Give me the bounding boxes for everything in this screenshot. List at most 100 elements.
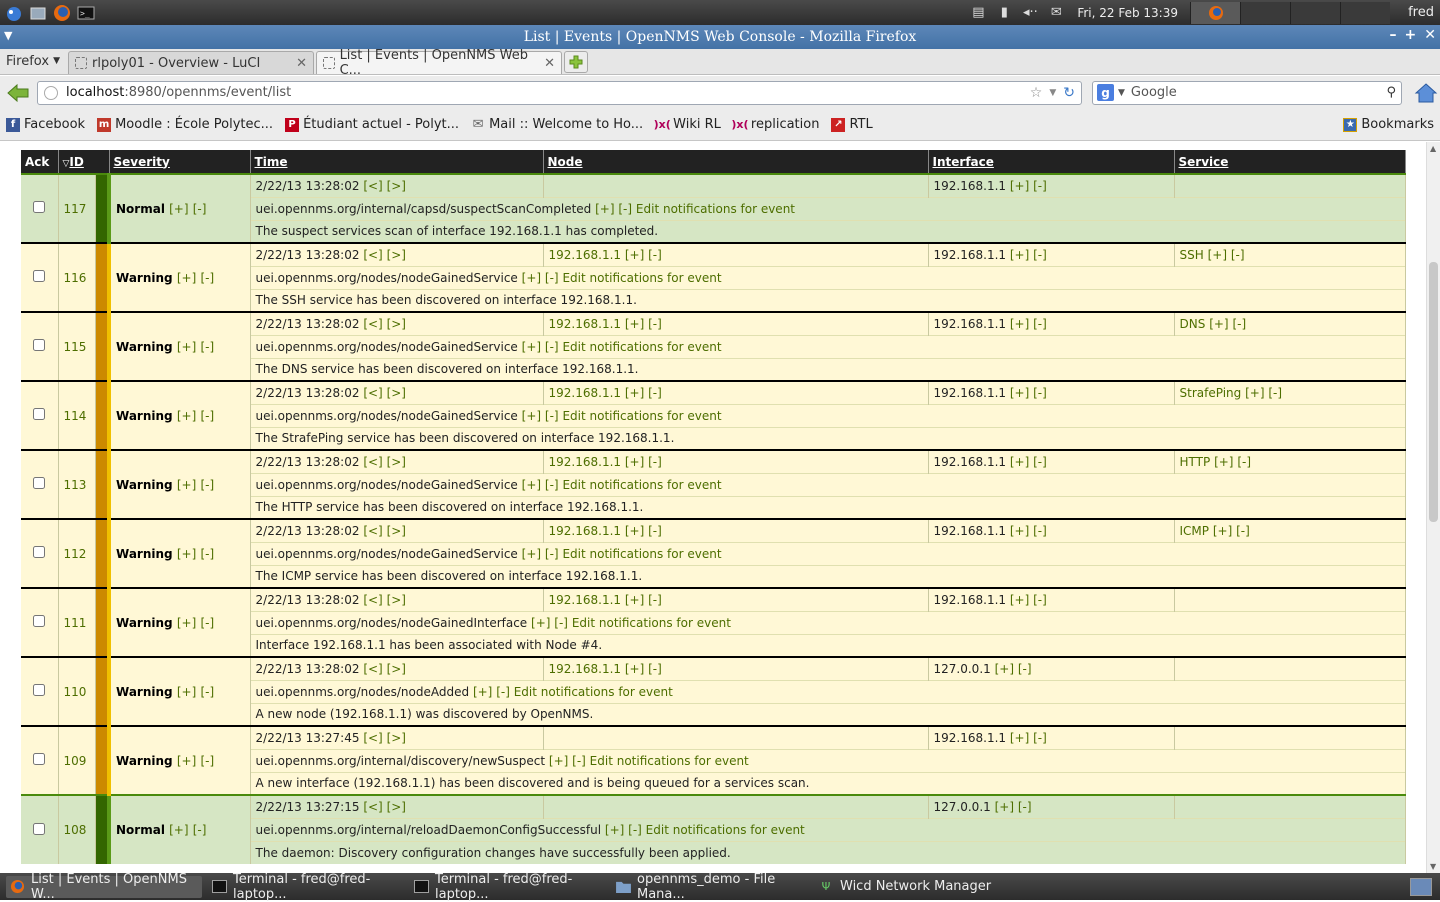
show-desktop-icon[interactable] [1410,877,1432,896]
header-interface[interactable]: Interface [928,150,1175,174]
time-before-link[interactable]: [<] [363,593,382,607]
sort-interface-link[interactable]: Interface [933,155,994,169]
uei-filter-plus[interactable]: [+] [531,616,550,630]
uei-filter-plus[interactable]: [+] [595,202,614,216]
new-tab-button[interactable] [564,51,588,73]
tab-opennms-events[interactable]: List | Events | OpenNMS Web C... ✕ [316,48,562,78]
ack-checkbox[interactable] [33,270,46,282]
uei-filter-minus[interactable]: [-] [628,823,642,837]
uei-filter-minus[interactable]: [-] [572,754,586,768]
node-filter-minus[interactable]: [-] [648,386,662,400]
event-id-link[interactable]: 109 [64,754,87,768]
service-filter-minus[interactable]: [-] [1268,386,1282,400]
severity-filter-plus[interactable]: [+] [177,409,196,423]
close-window-icon[interactable]: ✕ [1424,27,1436,43]
node-link[interactable]: 192.168.1.1 [549,524,622,538]
interface-filter-minus[interactable]: [-] [1033,386,1047,400]
severity-filter-plus[interactable]: [+] [177,271,196,285]
severity-filter-plus[interactable]: [+] [177,340,196,354]
uei-filter-plus[interactable]: [+] [522,547,541,561]
maximize-icon[interactable]: + [1405,27,1417,43]
bookmark-facebook[interactable]: f Facebook [6,117,85,132]
volume-icon[interactable]: ◂·· [1020,4,1040,22]
service-link[interactable]: SSH [1180,248,1204,262]
node-link[interactable]: 192.168.1.1 [549,386,622,400]
minimize-icon[interactable]: – [1390,27,1397,43]
severity-filter-minus[interactable]: [-] [193,202,207,216]
terminal-launcher-icon[interactable]: >_ [76,3,96,23]
uei-filter-plus[interactable]: [+] [522,271,541,285]
uei-filter-minus[interactable]: [-] [545,271,559,285]
firefox-launcher-icon[interactable] [52,3,72,23]
event-id-link[interactable]: 113 [64,478,87,492]
interface-filter-plus[interactable]: [+] [1010,317,1029,331]
ack-checkbox[interactable] [33,408,46,420]
interface-filter-minus[interactable]: [-] [1033,248,1047,262]
severity-filter-minus[interactable]: [-] [200,616,214,630]
search-icon[interactable]: ⚲ [1386,85,1396,100]
severity-filter-minus[interactable]: [-] [200,478,214,492]
node-filter-plus[interactable]: [+] [625,455,644,469]
sort-id-link[interactable]: ID [69,155,83,169]
header-service[interactable]: Service [1174,150,1406,174]
event-id-link[interactable]: 117 [64,202,87,216]
time-before-link[interactable]: [<] [363,248,382,262]
header-severity[interactable]: Severity [109,150,251,174]
ack-checkbox[interactable] [33,339,46,351]
tab-luci[interactable]: rlpoly01 - Overview - LuCI ✕ [68,51,314,74]
service-filter-plus[interactable]: [+] [1208,248,1227,262]
scroll-up-icon[interactable]: ▲ [1430,144,1436,153]
service-filter-plus[interactable]: [+] [1214,455,1233,469]
severity-filter-minus[interactable]: [-] [200,754,214,768]
uei-filter-plus[interactable]: [+] [605,823,624,837]
event-id-link[interactable]: 112 [64,547,87,561]
event-id-link[interactable]: 116 [64,271,87,285]
edit-notifications-link[interactable]: Edit notifications for event [562,409,721,423]
ack-checkbox[interactable] [33,615,46,627]
time-after-link[interactable]: [>] [387,317,406,331]
reload-icon[interactable]: ↻ [1063,85,1075,101]
uei-filter-plus[interactable]: [+] [522,478,541,492]
battery-icon[interactable]: ▮ [994,4,1014,22]
uei-filter-minus[interactable]: [-] [545,478,559,492]
severity-filter-plus[interactable]: [+] [177,685,196,699]
site-identity-icon[interactable] [44,85,58,100]
search-bar[interactable]: g ▼ Google ⚲ [1092,80,1402,105]
node-filter-plus[interactable]: [+] [625,248,644,262]
google-engine-icon[interactable]: g [1097,84,1114,101]
node-filter-plus[interactable]: [+] [625,593,644,607]
bookmarks-menu-button[interactable]: ★ Bookmarks [1343,117,1434,132]
url-bar[interactable]: localhost:8980/opennms/event/list ☆ ▼ ↻ [37,80,1082,105]
edit-notifications-link[interactable]: Edit notifications for event [562,340,721,354]
time-before-link[interactable]: [<] [363,317,382,331]
time-after-link[interactable]: [>] [387,455,406,469]
interface-filter-plus[interactable]: [+] [1010,593,1029,607]
interface-filter-minus[interactable]: [-] [1018,800,1032,814]
interface-filter-plus[interactable]: [+] [1010,455,1029,469]
edit-notifications-link[interactable]: Edit notifications for event [562,478,721,492]
node-link[interactable]: 192.168.1.1 [549,317,622,331]
node-link[interactable]: 192.168.1.1 [549,593,622,607]
bookmark-wiki-rl[interactable]: )x( Wiki RL [654,117,721,132]
service-link[interactable]: DNS [1180,317,1206,331]
sort-service-link[interactable]: Service [1179,155,1229,169]
service-filter-minus[interactable]: [-] [1232,317,1246,331]
home-button[interactable] [1412,80,1440,106]
time-after-link[interactable]: [>] [387,386,406,400]
time-after-link[interactable]: [>] [387,593,406,607]
time-after-link[interactable]: [>] [387,800,406,814]
sort-node-link[interactable]: Node [548,155,583,169]
header-time[interactable]: Time [250,150,544,174]
back-button[interactable] [5,80,31,106]
bookmark-etudiant[interactable]: P Étudiant actuel - Polyt... [285,117,459,132]
file-manager-launcher-icon[interactable] [28,3,48,23]
task-terminal-2[interactable]: Terminal - fred@fred-laptop... [410,872,606,902]
bookmark-star-icon[interactable]: ☆ [1030,85,1043,101]
service-link[interactable]: StrafePing [1180,386,1242,400]
edit-notifications-link[interactable]: Edit notifications for event [636,202,795,216]
time-after-link[interactable]: [>] [387,662,406,676]
ack-checkbox[interactable] [33,546,46,558]
node-filter-plus[interactable]: [+] [625,662,644,676]
node-filter-minus[interactable]: [-] [648,593,662,607]
event-id-link[interactable]: 110 [64,685,87,699]
